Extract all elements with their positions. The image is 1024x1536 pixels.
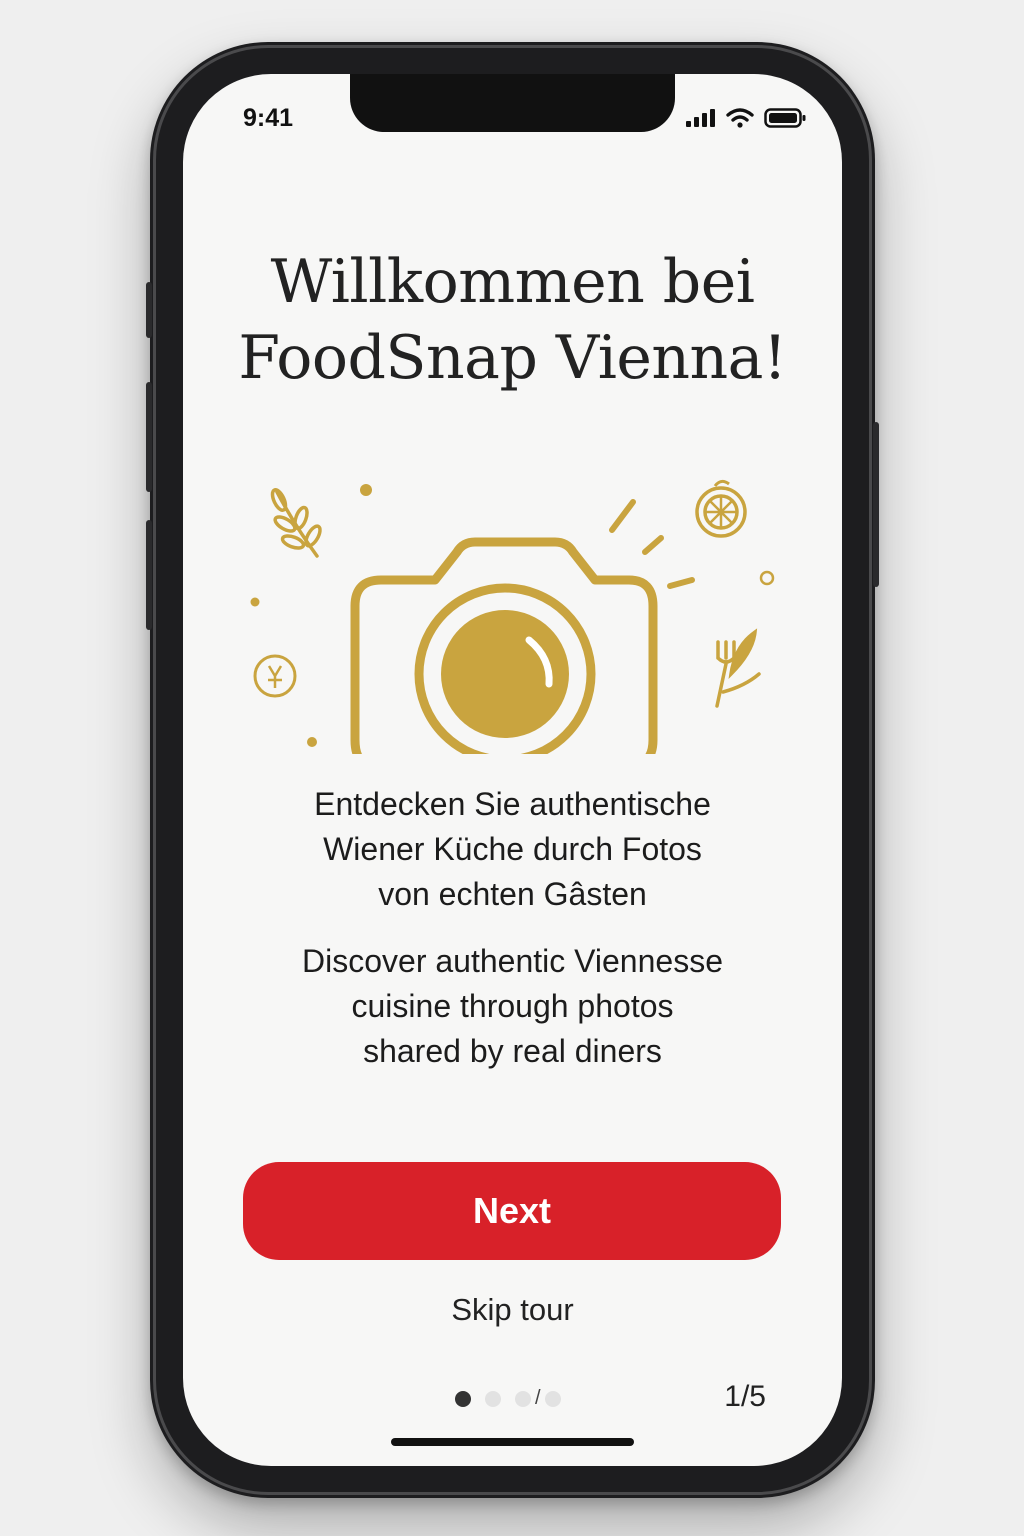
flash-rays-icon xyxy=(609,499,695,589)
page-dots: / xyxy=(455,1387,561,1410)
battery-icon xyxy=(764,108,806,128)
phone-side-button xyxy=(146,282,152,338)
pager-separator: / xyxy=(535,1387,541,1409)
decorative-dot xyxy=(307,737,317,747)
description-english-line-3: shared by real diners xyxy=(363,1033,662,1069)
page-dot[interactable] xyxy=(485,1390,501,1407)
decorative-dot xyxy=(250,597,260,607)
page-dot-active[interactable] xyxy=(455,1390,471,1407)
decorative-dot xyxy=(360,484,372,496)
welcome-title-line-2: FoodSnap Vienna! xyxy=(238,323,787,393)
wifi-icon xyxy=(726,108,754,128)
page-dot[interactable] xyxy=(515,1390,531,1407)
page-indicator: 1/5 xyxy=(724,1380,766,1413)
phone-power-button xyxy=(873,422,879,587)
description-english-line-1: Discover authentic Viennesse xyxy=(302,943,723,979)
next-button[interactable]: Next xyxy=(243,1162,781,1260)
coin-icon xyxy=(253,654,297,698)
status-time: 9:41 xyxy=(243,104,294,132)
decorative-dot xyxy=(759,570,775,586)
skip-tour-link[interactable]: Skip tour xyxy=(183,1292,842,1328)
app-screen: 9:41 Willkommen bei FoodSnap Vienna! Ent… xyxy=(183,74,842,1466)
home-indicator[interactable] xyxy=(391,1438,634,1446)
camera-illustration xyxy=(250,479,775,754)
description-german: Entdecken Sie authentische Wiener Küche … xyxy=(223,782,802,917)
cellular-signal-icon xyxy=(686,109,715,127)
laurel-icon xyxy=(270,488,322,558)
description-german-line-2: Wiener Küche durch Fotos xyxy=(323,831,702,867)
page-dot[interactable] xyxy=(544,1390,561,1407)
description-english-line-2: cuisine through photos xyxy=(351,988,674,1024)
status-icons xyxy=(686,108,806,128)
description-german-line-1: Entdecken Sie authentische xyxy=(314,786,711,822)
description-german-line-3: von echten Gâsten xyxy=(378,876,647,912)
welcome-title: Willkommen bei FoodSnap Vienna! xyxy=(183,244,842,396)
camera-notch xyxy=(350,74,675,132)
description-english: Discover authentic Viennesse cuisine thr… xyxy=(223,939,802,1074)
phone-volume-up-button xyxy=(146,382,152,492)
page-background: 9:41 Willkommen bei FoodSnap Vienna! Ent… xyxy=(0,0,1024,1536)
phone-frame: 9:41 Willkommen bei FoodSnap Vienna! Ent… xyxy=(146,42,879,1498)
welcome-title-line-1: Willkommen bei xyxy=(270,247,755,317)
lemon-slice-icon xyxy=(695,479,747,538)
fork-icon xyxy=(715,628,761,708)
phone-volume-down-button xyxy=(146,520,152,630)
